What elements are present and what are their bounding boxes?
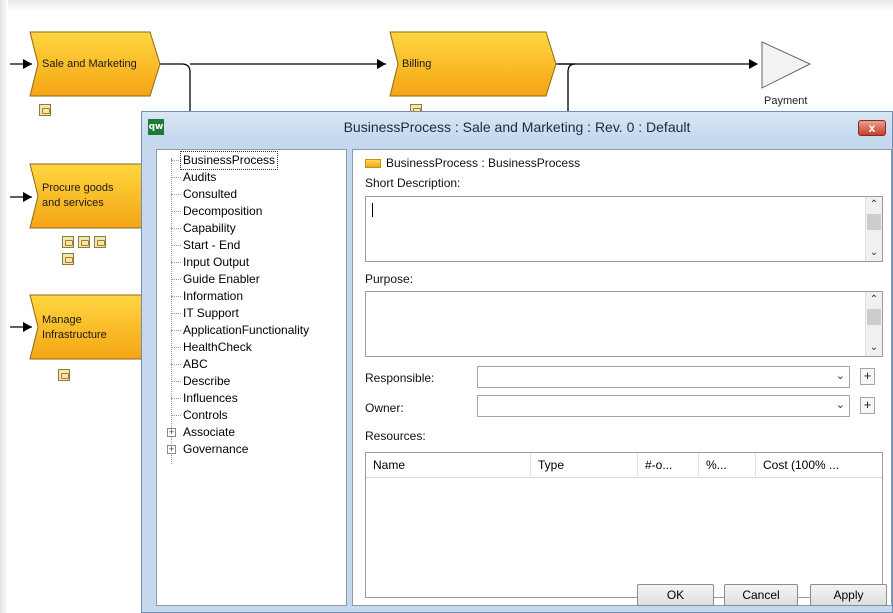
column-header-number[interactable]: #-o... (638, 453, 699, 477)
resources-table[interactable]: Name Type #-o... %... Cost (100% ... (365, 452, 883, 598)
scroll-down-icon[interactable]: ⌄ (866, 340, 882, 356)
resources-table-header: Name Type #-o... %... Cost (100% ... (366, 453, 882, 478)
arrowhead (23, 59, 32, 69)
scrollbar[interactable]: ⌃ ⌄ (865, 292, 882, 356)
process-label: Billing (402, 58, 432, 70)
attachment-icon[interactable] (62, 253, 74, 265)
arrowhead (23, 192, 32, 202)
scroll-thumb[interactable] (867, 309, 881, 325)
chevron-down-icon: ⌄ (835, 370, 845, 382)
cancel-button[interactable]: Cancel (724, 584, 798, 606)
column-header-type[interactable]: Type (531, 453, 638, 477)
add-responsible-button[interactable]: + (860, 368, 875, 385)
attribute-tree: BusinessProcess Audits Consulted Decompo… (156, 149, 347, 606)
scroll-down-icon[interactable]: ⌄ (866, 245, 882, 261)
attachment-icon[interactable] (94, 236, 106, 248)
purpose-field[interactable]: ⌃ ⌄ (365, 291, 883, 357)
apply-button[interactable]: Apply (810, 584, 887, 606)
scrollbar[interactable]: ⌃ ⌄ (865, 197, 882, 261)
resources-label: Resources: (365, 429, 426, 443)
owner-label: Owner: (365, 401, 404, 415)
payment-label: Payment (764, 95, 808, 107)
connector-line (158, 63, 191, 112)
attachment-icon[interactable] (58, 369, 70, 381)
tree-guide (171, 158, 172, 464)
process-label: Sale and Marketing (42, 58, 137, 70)
dialog-titlebar[interactable]: qw BusinessProcess : Sale and Marketing … (142, 112, 892, 142)
process-label: Manage Infrastructure (42, 314, 107, 341)
responsible-dropdown[interactable]: ⌄ (477, 366, 850, 388)
chevron-down-icon: ⌄ (835, 399, 845, 411)
properties-dialog: qw BusinessProcess : Sale and Marketing … (141, 111, 893, 613)
add-owner-button[interactable]: + (860, 397, 875, 414)
folder-icon (365, 159, 381, 168)
scroll-up-icon[interactable]: ⌃ (866, 292, 882, 308)
connector-line (558, 63, 576, 112)
attachment-icon[interactable] (78, 236, 90, 248)
attribute-panel: BusinessProcess : BusinessProcess Short … (352, 149, 892, 606)
panel-header: BusinessProcess : BusinessProcess (386, 156, 581, 170)
column-header-percent[interactable]: %... (699, 453, 756, 477)
short-description-label: Short Description: (365, 176, 461, 190)
ok-button[interactable]: OK (637, 584, 714, 606)
arrowhead (749, 59, 758, 69)
attachment-icon[interactable] (62, 236, 74, 248)
dialog-title: BusinessProcess : Sale and Marketing : R… (343, 119, 691, 135)
expand-icon[interactable]: + (167, 428, 176, 437)
process-label: Procure goods and services (42, 182, 114, 209)
column-header-cost[interactable]: Cost (100% ... (756, 453, 882, 477)
column-header-name[interactable]: Name (366, 453, 531, 477)
scroll-up-icon[interactable]: ⌃ (866, 197, 882, 213)
attachment-icon[interactable] (39, 104, 51, 116)
scroll-thumb[interactable] (867, 214, 881, 230)
close-button[interactable]: x (858, 120, 886, 136)
event-payment (761, 41, 812, 89)
expand-icon[interactable]: + (167, 445, 176, 454)
arrowhead (377, 59, 386, 69)
responsible-label: Responsible: (365, 371, 435, 385)
short-description-field[interactable]: ⌃ ⌄ (365, 196, 883, 262)
text-caret (372, 203, 373, 217)
arrowhead (23, 322, 32, 332)
owner-dropdown[interactable]: ⌄ (477, 395, 850, 417)
purpose-label: Purpose: (365, 272, 414, 286)
